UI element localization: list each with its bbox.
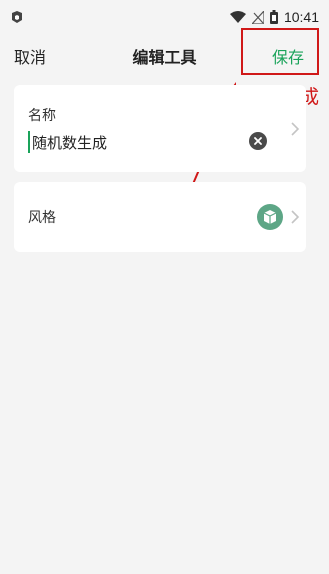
name-input[interactable] bbox=[28, 131, 242, 153]
chevron-right-icon bbox=[291, 122, 300, 136]
clear-icon[interactable] bbox=[249, 132, 267, 150]
status-icons: 10:41 bbox=[229, 9, 319, 25]
battery-icon bbox=[269, 10, 278, 24]
status-time: 10:41 bbox=[283, 9, 319, 25]
cancel-button[interactable]: 取消 bbox=[14, 44, 46, 68]
name-label: 名称 bbox=[28, 108, 56, 124]
style-card[interactable]: 风格 bbox=[14, 182, 306, 252]
name-card: 名称 bbox=[14, 85, 306, 172]
chevron-right-icon bbox=[291, 210, 300, 224]
cube-icon[interactable] bbox=[257, 204, 283, 230]
app-icon bbox=[12, 11, 22, 23]
no-signal-icon bbox=[251, 10, 264, 24]
save-highlight-box bbox=[241, 28, 319, 75]
style-label: 风格 bbox=[28, 210, 56, 226]
wifi-icon bbox=[229, 11, 246, 23]
